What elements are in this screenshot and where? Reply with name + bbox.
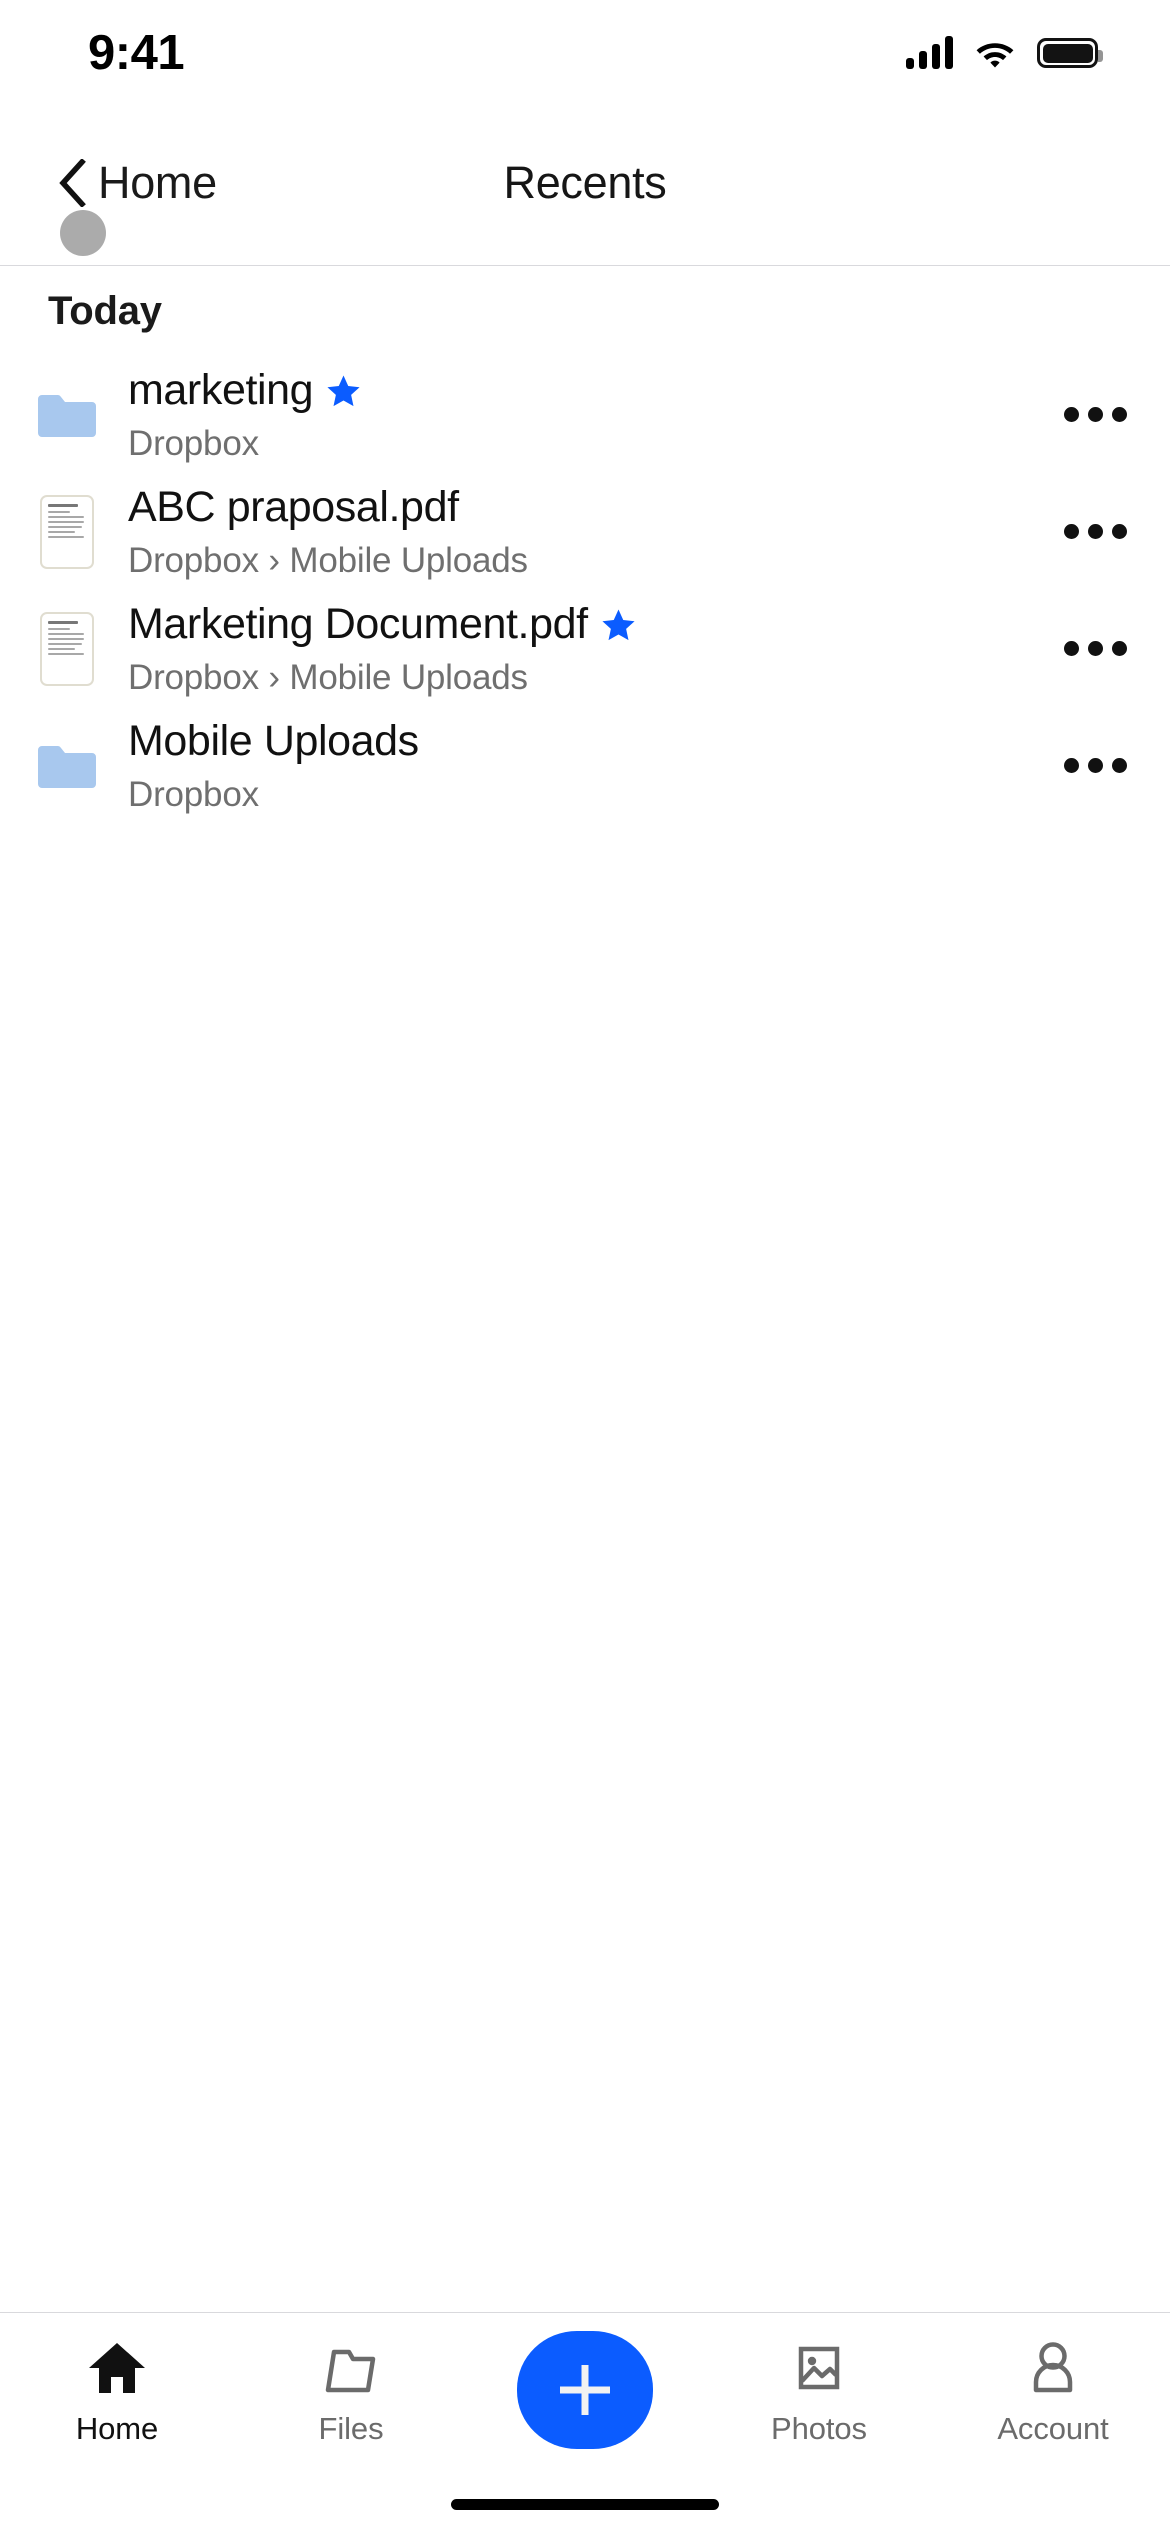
person-icon: [1023, 2337, 1083, 2399]
list-item[interactable]: ABC praposal.pdf Dropbox › Mobile Uploads: [0, 473, 1170, 590]
more-horizontal-icon[interactable]: [1020, 356, 1170, 473]
pdf-document-thumbnail-icon: [40, 494, 94, 569]
navigation-bar: Recents Home: [0, 100, 1170, 266]
list-item-text: Marketing Document.pdf Dropbox › Mobile U…: [128, 599, 1020, 699]
wifi-icon: [976, 43, 1014, 68]
create-button[interactable]: [517, 2331, 653, 2449]
tab-home[interactable]: Home: [0, 2313, 234, 2488]
tab-photos[interactable]: Photos: [702, 2313, 936, 2488]
status-bar-icons: [906, 36, 1103, 69]
pdf-document-thumbnail-icon: [34, 610, 100, 688]
list-item-path: Dropbox › Mobile Uploads: [128, 658, 528, 698]
section-header-label: Today: [48, 288, 162, 333]
list-item-name: ABC praposal.pdf: [128, 482, 459, 531]
list-item-text: marketing Dropbox: [128, 365, 1020, 465]
pdf-document-thumbnail-icon: [34, 493, 100, 571]
tap-highlight-circle: [60, 210, 106, 256]
folder-outline-icon: [321, 2337, 381, 2399]
more-horizontal-icon[interactable]: [1020, 707, 1170, 824]
folder-icon: [38, 394, 96, 437]
list-item-path: Dropbox: [128, 775, 259, 815]
battery-icon: [1037, 38, 1103, 68]
list-item[interactable]: Mobile Uploads Dropbox: [0, 707, 1170, 824]
home-indicator: [451, 2499, 719, 2510]
more-horizontal-icon[interactable]: [1020, 473, 1170, 590]
tab-photos-label: Photos: [771, 2411, 867, 2446]
more-horizontal-icon[interactable]: [1020, 590, 1170, 707]
phone-screen: 9:41 Recents Home Today marketing Dropbo…: [0, 0, 1170, 2532]
list-item-path: Dropbox: [128, 424, 259, 464]
tab-files-label: Files: [318, 2411, 384, 2446]
list-item-text: Mobile Uploads Dropbox: [128, 716, 1020, 816]
tab-account[interactable]: Account: [936, 2313, 1170, 2488]
section-header: Today: [0, 266, 1170, 356]
recents-list: marketing Dropbox ABC praposal.pdf Dropbox …: [0, 356, 1170, 824]
status-bar-time: 9:41: [88, 25, 185, 80]
list-item-name: marketing: [128, 365, 314, 414]
list-item-path: Dropbox › Mobile Uploads: [128, 541, 528, 581]
back-button-label: Home: [98, 157, 217, 208]
plus-icon: [560, 2365, 610, 2415]
tab-files[interactable]: Files: [234, 2313, 468, 2488]
tab-account-label: Account: [997, 2411, 1109, 2446]
tab-home-label: Home: [75, 2411, 159, 2446]
folder-icon: [38, 745, 96, 788]
pdf-document-thumbnail-icon: [40, 611, 94, 686]
cellular-signal-icon: [906, 36, 953, 69]
create-button-container: [468, 2313, 702, 2488]
status-bar: 9:41: [0, 0, 1170, 100]
photo-icon: [789, 2337, 849, 2399]
star-icon: [602, 609, 635, 640]
list-item-text: ABC praposal.pdf Dropbox › Mobile Uploads: [128, 482, 1020, 582]
list-item[interactable]: marketing Dropbox: [0, 356, 1170, 473]
folder-icon: [34, 376, 100, 454]
folder-icon: [34, 727, 100, 805]
chevron-left-icon: [59, 159, 86, 207]
list-item-name: Mobile Uploads: [128, 716, 419, 765]
star-icon: [327, 375, 360, 406]
home-icon: [87, 2337, 147, 2399]
list-item-name: Marketing Document.pdf: [128, 599, 588, 648]
list-item[interactable]: Marketing Document.pdf Dropbox › Mobile U…: [0, 590, 1170, 707]
